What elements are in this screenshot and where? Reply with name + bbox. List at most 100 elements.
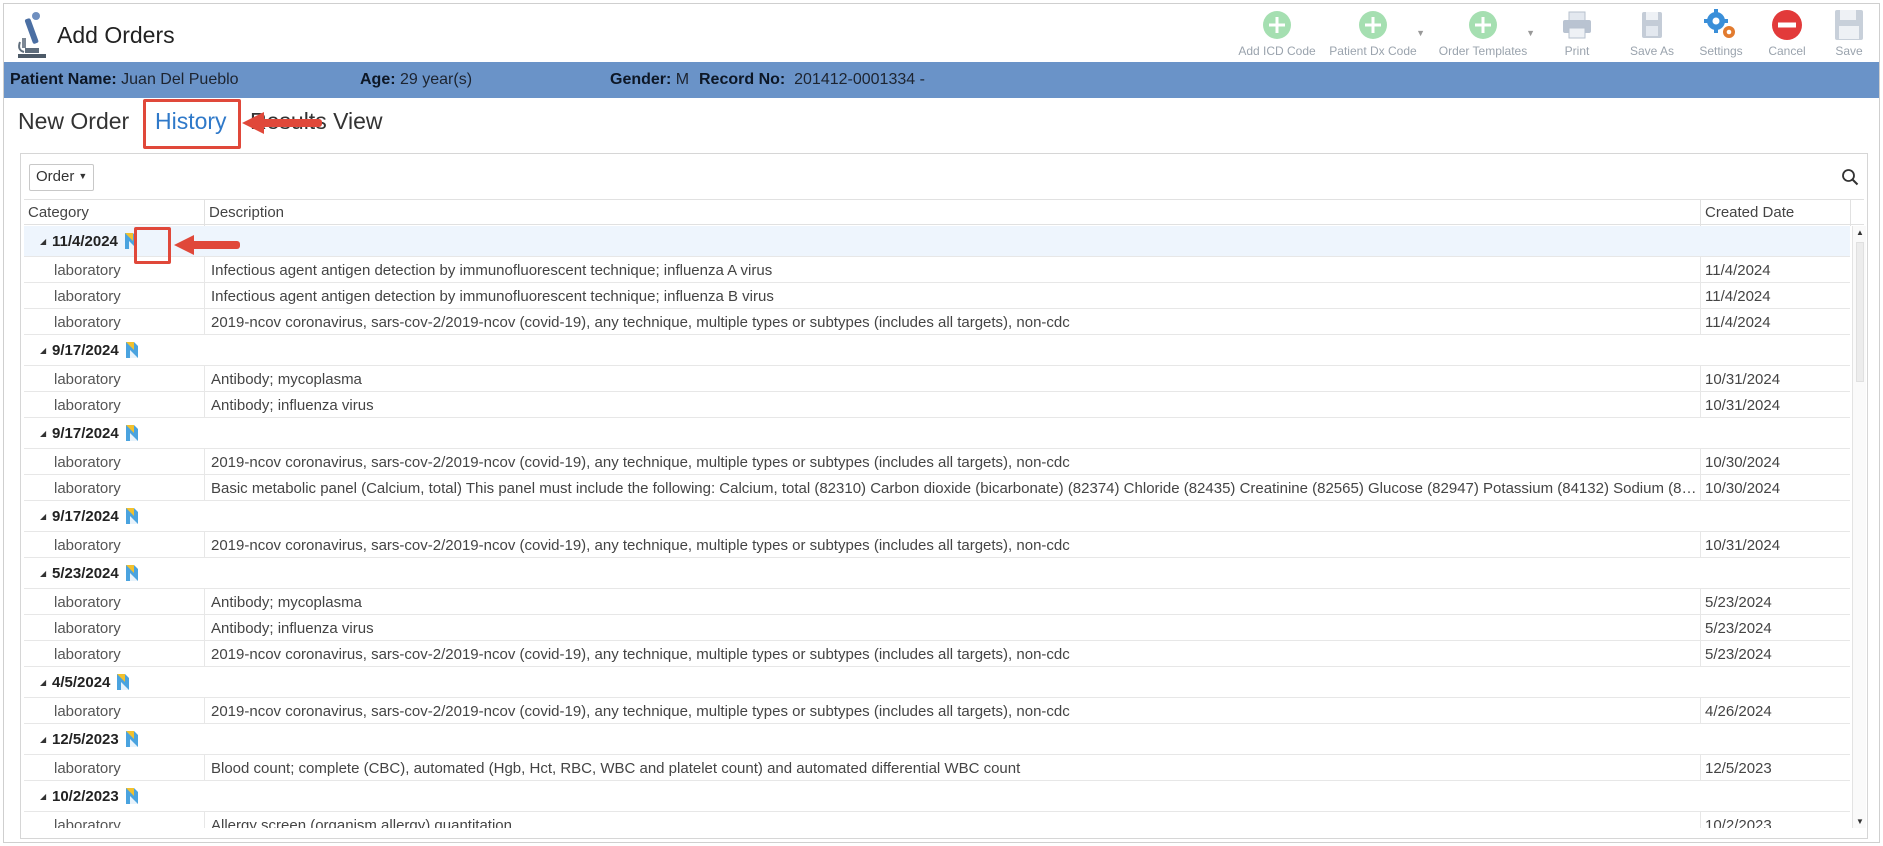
description-cell: Antibody; influenza virus <box>211 397 374 414</box>
table-row[interactable]: laboratory Blood count; complete (CBC), a… <box>24 755 1850 781</box>
group-by-label: Order <box>36 168 75 185</box>
group-row[interactable]: ◢ 9/17/2024 <box>24 501 1850 532</box>
collapse-triangle-icon[interactable]: ◢ <box>40 792 46 801</box>
patient-age-value: 29 year(s) <box>400 71 473 88</box>
collapse-triangle-icon[interactable]: ◢ <box>40 237 46 246</box>
category-cell: laboratory <box>54 620 121 637</box>
cancel-icon <box>1772 10 1802 40</box>
scrollbar-thumb[interactable] <box>1856 242 1864 382</box>
table-row[interactable]: laboratory Allergy screen (organism aller… <box>24 812 1850 828</box>
column-header-description[interactable]: Description <box>209 204 284 221</box>
column-header-created-date[interactable]: Created Date <box>1705 204 1794 221</box>
gear-icon <box>1704 9 1735 38</box>
table-row[interactable]: laboratory Basic metabolic panel (Calcium… <box>24 475 1850 501</box>
collapse-triangle-icon[interactable]: ◢ <box>40 512 46 521</box>
group-by-dropdown[interactable]: Order ▼ <box>29 164 95 191</box>
document-icon[interactable] <box>123 786 141 806</box>
group-date-label: 11/4/2024 <box>52 233 118 250</box>
collapse-triangle-icon[interactable]: ◢ <box>40 346 46 355</box>
table-row[interactable]: laboratory Antibody; influenza virus 10/31… <box>24 392 1850 418</box>
collapse-triangle-icon[interactable]: ◢ <box>40 735 46 744</box>
collapse-triangle-icon[interactable]: ◢ <box>40 429 46 438</box>
patient-dx-code-button[interactable]: Patient Dx Code ▼ <box>1325 8 1425 62</box>
table-row[interactable]: laboratory Infectious agent antigen detec… <box>24 257 1850 283</box>
group-row[interactable]: ◢ 10/2/2023 <box>24 781 1850 812</box>
category-cell: laboratory <box>54 262 121 279</box>
column-header-category[interactable]: Category <box>28 204 89 221</box>
category-cell: laboratory <box>54 817 121 828</box>
order-history-grid: Order ▼ Category Description Created Date… <box>20 153 1868 839</box>
settings-button[interactable]: Settings <box>1687 8 1755 62</box>
group-date-label: 9/17/2024 <box>52 425 119 442</box>
created-date-cell: 11/4/2024 <box>1705 262 1771 279</box>
app-window: Add Orders Add ICD Code Patient Dx Code … <box>3 3 1880 843</box>
table-row[interactable]: laboratory Antibody; mycoplasma 5/23/2024 <box>24 589 1850 615</box>
description-cell: 2019-ncov coronavirus, sars-cov-2/2019-n… <box>211 703 1070 720</box>
toolbar-label: Print <box>1564 44 1590 58</box>
table-row[interactable]: laboratory 2019-ncov coronavirus, sars-co… <box>24 698 1850 724</box>
add-icd-code-button[interactable]: Add ICD Code <box>1229 8 1325 62</box>
toolbar: Add ICD Code Patient Dx Code ▼ Order Tem… <box>1229 8 1879 62</box>
created-date-cell: 11/4/2024 <box>1705 288 1771 305</box>
grid-toolbar: Order ▼ <box>21 154 1867 198</box>
document-icon[interactable] <box>123 729 141 749</box>
chevron-down-icon[interactable]: ▼ <box>1416 28 1425 38</box>
patient-record-field: Record No: 201412-0001334 - <box>699 71 925 89</box>
chevron-down-icon[interactable]: ▼ <box>1526 28 1535 38</box>
created-date-cell: 5/23/2024 <box>1705 646 1772 663</box>
microscope-icon <box>18 12 46 58</box>
scroll-down-icon[interactable]: ▼ <box>1856 817 1864 826</box>
patient-age-field: Age: 29 year(s) <box>360 71 472 89</box>
cancel-button[interactable]: Cancel <box>1755 8 1819 62</box>
created-date-cell: 10/30/2024 <box>1705 480 1781 497</box>
tab-new-order[interactable]: New Order <box>18 108 129 135</box>
document-icon[interactable] <box>123 423 141 443</box>
created-date-cell: 10/30/2024 <box>1705 454 1781 471</box>
save-as-button[interactable]: Save As <box>1617 8 1687 62</box>
table-row[interactable]: laboratory Antibody; influenza virus 5/23/… <box>24 615 1850 641</box>
created-date-cell: 11/4/2024 <box>1705 314 1771 331</box>
collapse-triangle-icon[interactable]: ◢ <box>40 678 46 687</box>
document-icon[interactable] <box>123 340 141 360</box>
plus-circle-icon <box>1469 11 1497 39</box>
save-button[interactable]: Save <box>1819 8 1879 62</box>
scroll-up-icon[interactable]: ▲ <box>1856 228 1864 237</box>
patient-record-value: 201412-0001334 - <box>794 71 925 88</box>
table-row[interactable]: laboratory 2019-ncov coronavirus, sars-co… <box>24 532 1850 558</box>
table-row[interactable]: laboratory 2019-ncov coronavirus, sars-co… <box>24 641 1850 667</box>
order-templates-button[interactable]: Order Templates ▼ <box>1435 8 1535 62</box>
annotation-arrow-icon <box>242 112 322 134</box>
patient-gender-field: Gender: M <box>610 71 689 89</box>
group-row[interactable]: ◢ 4/5/2024 <box>24 667 1850 698</box>
table-row[interactable]: laboratory Antibody; mycoplasma 10/31/2024 <box>24 366 1850 392</box>
category-cell: laboratory <box>54 646 121 663</box>
group-row[interactable]: ◢ 11/4/2024 <box>24 226 1850 257</box>
print-button[interactable]: Print <box>1537 8 1617 62</box>
patient-name-label: Patient Name: <box>10 71 117 88</box>
search-icon[interactable] <box>1841 168 1859 186</box>
table-row[interactable]: laboratory 2019-ncov coronavirus, sars-co… <box>24 309 1850 335</box>
table-row[interactable]: laboratory Infectious agent antigen detec… <box>24 283 1850 309</box>
group-row[interactable]: ◢ 12/5/2023 <box>24 724 1850 755</box>
floppy-disk-icon <box>1835 10 1863 40</box>
description-cell: 2019-ncov coronavirus, sars-cov-2/2019-n… <box>211 314 1070 331</box>
group-date-label: 5/23/2024 <box>52 565 119 582</box>
created-date-cell: 10/31/2024 <box>1705 537 1781 554</box>
group-row[interactable]: ◢ 9/17/2024 <box>24 418 1850 449</box>
document-icon[interactable] <box>123 563 141 583</box>
vertical-scrollbar[interactable]: ▲ ▼ <box>1852 226 1866 828</box>
table-row[interactable]: laboratory 2019-ncov coronavirus, sars-co… <box>24 449 1850 475</box>
toolbar-label: Patient Dx Code <box>1329 44 1417 58</box>
group-date-label: 9/17/2024 <box>52 508 119 525</box>
category-cell: laboratory <box>54 397 121 414</box>
description-cell: Antibody; influenza virus <box>211 620 374 637</box>
created-date-cell: 10/2/2023 <box>1705 817 1772 828</box>
category-cell: laboratory <box>54 760 121 777</box>
collapse-triangle-icon[interactable]: ◢ <box>40 569 46 578</box>
annotation-arrow-icon <box>174 235 240 255</box>
document-icon[interactable] <box>114 672 132 692</box>
app-title: Add Orders <box>57 22 175 48</box>
document-icon[interactable] <box>123 506 141 526</box>
group-row[interactable]: ◢ 5/23/2024 <box>24 558 1850 589</box>
group-row[interactable]: ◢ 9/17/2024 <box>24 335 1850 366</box>
